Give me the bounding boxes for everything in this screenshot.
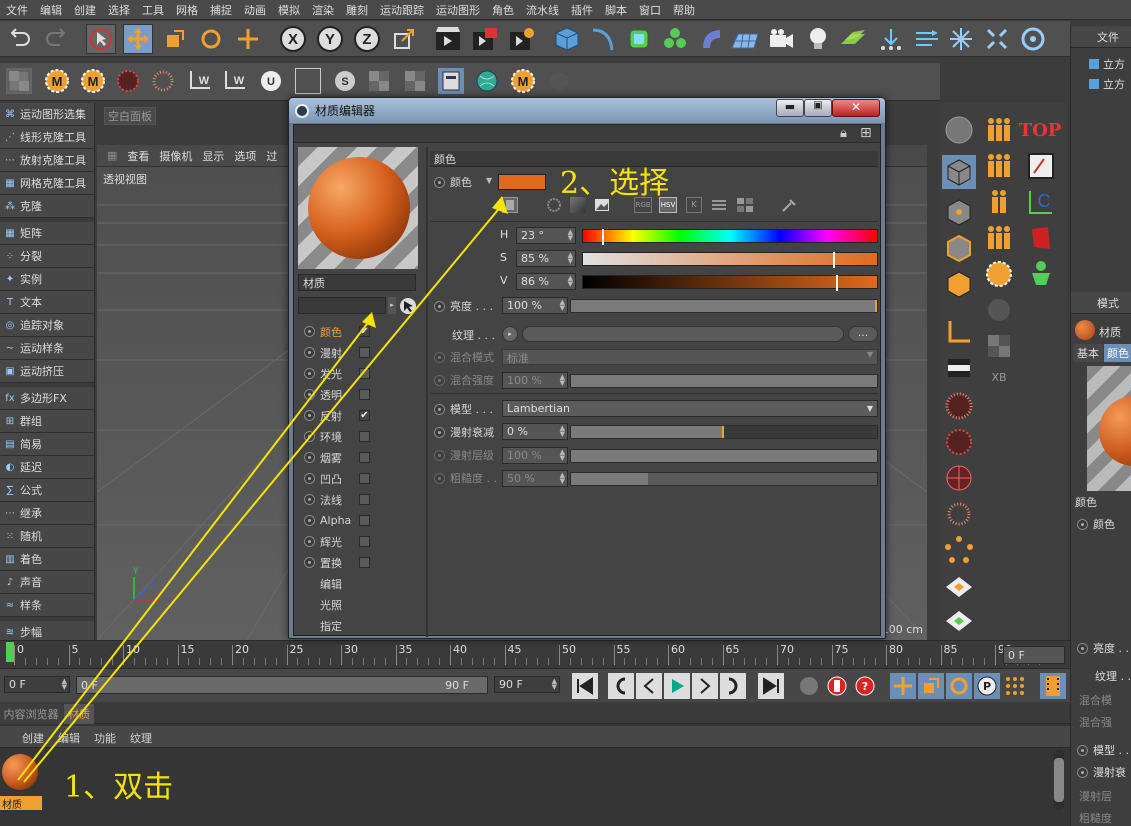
annotation-arrows [17,196,508,783]
annotation-step2: 2、选择 [560,166,670,201]
annotation-step1: 1、双击 [64,770,174,805]
